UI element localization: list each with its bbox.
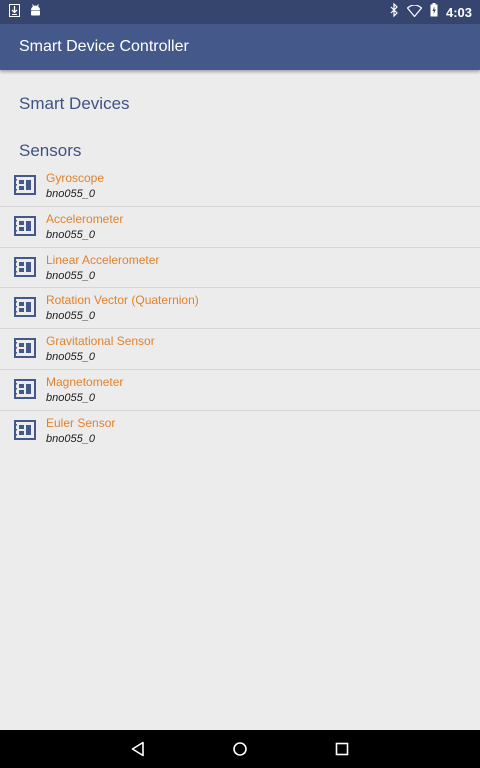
sensor-item-rotation-vector[interactable]: Rotation Vector (Quaternion) bno055_0 xyxy=(0,288,480,330)
sensor-name: Linear Accelerometer xyxy=(46,252,160,267)
status-time: 4:03 xyxy=(445,4,472,20)
sensor-id: bno055_0 xyxy=(46,269,95,282)
chip-icon xyxy=(14,378,36,399)
android-debug-icon xyxy=(30,4,41,22)
battery-charging-icon xyxy=(430,3,438,22)
sensor-item-gyroscope[interactable]: Gyroscope bno055_0 xyxy=(0,166,480,207)
sensor-item-euler-sensor[interactable]: Euler Sensor bno055_0 xyxy=(0,411,480,452)
sensor-name: Accelerometer xyxy=(46,211,124,226)
sensor-name: Rotation Vector (Quaternion) xyxy=(46,293,199,308)
sensor-list: Gyroscope bno055_0 Accelerometer bno055_… xyxy=(0,166,480,452)
chip-icon xyxy=(14,175,36,195)
sensor-name: Gyroscope xyxy=(46,171,105,185)
sensor-id: bno055_0 xyxy=(46,188,95,200)
sensor-name: Euler Sensor xyxy=(46,415,116,430)
chip-icon xyxy=(14,256,36,277)
sensor-id: bno055_0 xyxy=(46,432,95,445)
sensor-id: bno055_0 xyxy=(46,228,95,241)
sensor-name: Magnetometer xyxy=(46,374,124,389)
chip-icon xyxy=(14,419,36,440)
sensor-name: Gravitational Sensor xyxy=(46,334,155,349)
navigation-bar xyxy=(0,730,480,768)
chip-icon xyxy=(14,215,36,236)
app-title: Smart Device Controller xyxy=(19,38,189,55)
home-icon[interactable] xyxy=(230,739,250,759)
sensor-item-gravitational-sensor[interactable]: Gravitational Sensor bno055_0 xyxy=(0,329,480,370)
section-header-sensors: Sensors xyxy=(19,141,82,160)
wifi-icon xyxy=(406,3,423,22)
sensor-id: bno055_0 xyxy=(46,391,95,404)
sensor-item-magnetometer[interactable]: Magnetometer bno055_0 xyxy=(0,370,480,411)
sensor-id: bno055_0 xyxy=(46,351,95,364)
section-header-smart-devices: Smart Devices xyxy=(19,94,130,113)
back-icon[interactable] xyxy=(128,739,148,759)
download-notification-icon xyxy=(9,4,20,22)
sensor-item-linear-accelerometer[interactable]: Linear Accelerometer bno055_0 xyxy=(0,248,480,289)
recents-icon[interactable] xyxy=(332,739,352,759)
sensor-id: bno055_0 xyxy=(46,310,95,323)
chip-icon xyxy=(14,338,36,359)
chip-icon xyxy=(14,297,36,318)
main-content: Smart Devices Sensors Gyroscope bno055_0… xyxy=(0,70,480,730)
sensor-item-accelerometer[interactable]: Accelerometer bno055_0 xyxy=(0,207,480,248)
status-bar: 4:03 xyxy=(0,0,480,24)
app-bar: Smart Device Controller xyxy=(0,24,480,70)
bluetooth-icon xyxy=(390,2,399,22)
